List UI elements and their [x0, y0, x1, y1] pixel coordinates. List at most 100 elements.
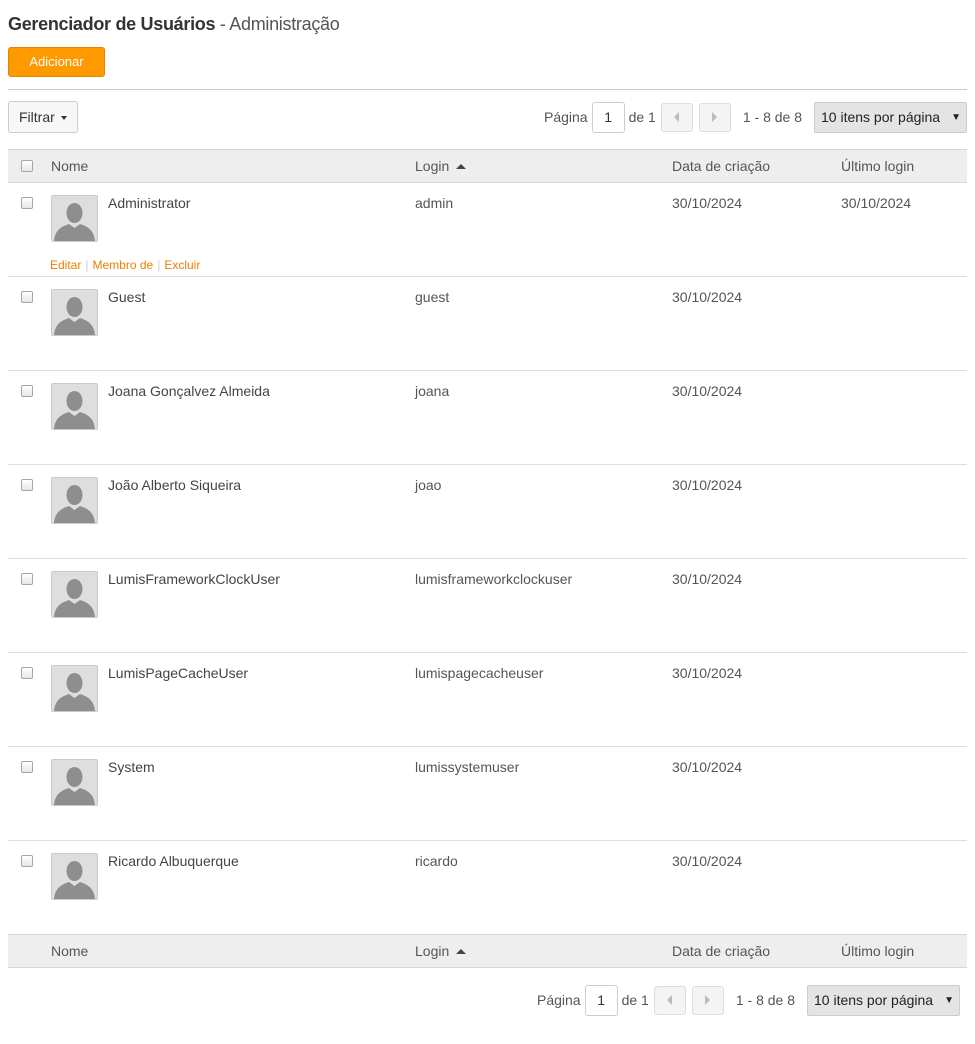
page-label: Página — [537, 992, 581, 1008]
select-all-checkbox[interactable] — [21, 160, 33, 172]
user-name: João Alberto Siqueira — [108, 477, 242, 493]
pagination-top: Página 1 de 1 1 - 8 de 8 10 itens por pá… — [544, 101, 967, 133]
items-per-page-select[interactable]: 10 itens por página ▼ — [807, 984, 960, 1016]
column-header-login[interactable]: Login — [415, 150, 467, 182]
page-title-section: - Administração — [215, 14, 340, 34]
row-checkbox[interactable] — [21, 761, 33, 773]
table-footer-header: Nome Login Data de criação Último login — [8, 934, 967, 968]
row-actions: Editar | Membro de | Excluir — [50, 258, 200, 272]
user-avatar-icon — [51, 853, 98, 900]
user-name: Administrator — [108, 195, 191, 211]
user-created-date: 30/10/2024 — [672, 665, 743, 681]
user-avatar-icon — [51, 289, 98, 336]
member-of-link[interactable]: Membro de — [92, 258, 153, 272]
user-login: joao — [415, 477, 442, 493]
column-footer-login[interactable]: Login — [415, 935, 467, 967]
dropdown-arrow-icon: ▼ — [951, 111, 961, 123]
user-avatar-icon — [51, 383, 98, 430]
user-avatar-icon — [51, 477, 98, 524]
table-row[interactable]: Administrator admin 30/10/2024 30/10/2024 Ed… — [8, 183, 967, 277]
chevron-right-icon — [712, 112, 718, 122]
user-name: Ricardo Albuquerque — [108, 853, 239, 869]
column-header-created[interactable]: Data de criação — [672, 150, 770, 182]
separator: | — [85, 258, 89, 272]
user-name: LumisFrameworkClockUser — [108, 571, 280, 587]
user-login: guest — [415, 289, 450, 305]
page-total: de 1 — [621, 992, 649, 1008]
divider — [8, 89, 967, 90]
next-page-button[interactable] — [691, 985, 724, 1015]
user-created-date: 30/10/2024 — [672, 289, 743, 305]
user-created-date: 30/10/2024 — [672, 571, 743, 587]
column-header-last-login[interactable]: Último login — [841, 150, 914, 182]
user-login: ricardo — [415, 853, 458, 869]
table-row[interactable]: João Alberto Siqueira joao 30/10/2024 — [8, 465, 967, 559]
row-checkbox[interactable] — [21, 291, 33, 303]
user-login: joana — [415, 383, 450, 399]
user-login: lumisframeworkclockuser — [415, 571, 573, 587]
table-row[interactable]: Ricardo Albuquerque ricardo 30/10/2024 — [8, 841, 967, 935]
user-created-date: 30/10/2024 — [672, 759, 743, 775]
page-number-input[interactable]: 1 — [591, 101, 625, 133]
user-name: LumisPageCacheUser — [108, 665, 249, 681]
user-created-date: 30/10/2024 — [672, 195, 743, 211]
user-login: lumispagecacheuser — [415, 665, 544, 681]
row-checkbox[interactable] — [21, 573, 33, 585]
previous-page-button[interactable] — [653, 985, 686, 1015]
table-row[interactable]: LumisFrameworkClockUser lumisframeworkclo… — [8, 559, 967, 653]
column-header-name[interactable]: Nome — [51, 150, 88, 182]
row-checkbox[interactable] — [21, 197, 33, 209]
table-row[interactable]: Joana Gonçalvez Almeida joana 30/10/2024 — [8, 371, 967, 465]
edit-link[interactable]: Editar — [50, 258, 81, 272]
user-created-date: 30/10/2024 — [672, 477, 743, 493]
user-created-date: 30/10/2024 — [672, 853, 743, 869]
page-total: de 1 — [628, 109, 656, 125]
user-avatar-icon — [51, 195, 98, 242]
column-footer-created[interactable]: Data de criação — [672, 935, 770, 967]
sort-ascending-icon — [456, 949, 467, 954]
caret-down-icon — [61, 116, 67, 120]
items-per-page-select[interactable]: 10 itens por página ▼ — [814, 101, 967, 133]
table-row[interactable]: LumisPageCacheUser lumispagecacheuser 30/1… — [8, 653, 967, 747]
page-number-input[interactable]: 1 — [584, 984, 618, 1016]
user-name: Joana Gonçalvez Almeida — [108, 383, 270, 399]
chevron-right-icon — [705, 995, 711, 1005]
sort-ascending-icon — [456, 164, 467, 169]
pagination-bottom: Página 1 de 1 1 - 8 de 8 10 itens por pá… — [537, 984, 960, 1016]
previous-page-button[interactable] — [660, 102, 693, 132]
filter-label: Filtrar — [19, 109, 55, 125]
column-footer-name[interactable]: Nome — [51, 935, 88, 967]
item-range: 1 - 8 de 8 — [735, 992, 795, 1008]
chevron-left-icon — [667, 995, 673, 1005]
column-footer-last-login[interactable]: Último login — [841, 935, 914, 967]
user-name: System — [108, 759, 155, 775]
item-range: 1 - 8 de 8 — [742, 109, 802, 125]
row-checkbox[interactable] — [21, 855, 33, 867]
separator: | — [157, 258, 161, 272]
chevron-left-icon — [674, 112, 680, 122]
items-per-page-value: 10 itens por página — [814, 991, 934, 1008]
row-checkbox[interactable] — [21, 385, 33, 397]
column-header-login-label: Login — [415, 158, 450, 174]
column-footer-login-label: Login — [415, 943, 450, 959]
next-page-button[interactable] — [698, 102, 731, 132]
items-per-page-value: 10 itens por página — [821, 108, 941, 125]
row-checkbox[interactable] — [21, 667, 33, 679]
user-avatar-icon — [51, 665, 98, 712]
filter-button[interactable]: Filtrar — [8, 101, 78, 133]
add-user-button[interactable]: Adicionar — [8, 47, 105, 77]
user-name: Guest — [108, 289, 146, 305]
page-title-main: Gerenciador de Usuários — [8, 14, 216, 34]
user-created-date: 30/10/2024 — [672, 383, 743, 399]
table-row[interactable]: Guest guest 30/10/2024 — [8, 277, 967, 371]
user-last-login: 30/10/2024 — [841, 195, 912, 211]
table-row[interactable]: System lumissystemuser 30/10/2024 — [8, 747, 967, 841]
page-title: Gerenciador de Usuários - Administração — [8, 14, 340, 35]
user-login: admin — [415, 195, 454, 211]
table-header: Nome Login Data de criação Último login — [8, 149, 967, 183]
user-avatar-icon — [51, 571, 98, 618]
row-checkbox[interactable] — [21, 479, 33, 491]
page-label: Página — [544, 109, 588, 125]
delete-link[interactable]: Excluir — [164, 258, 200, 272]
user-login: lumissystemuser — [415, 759, 520, 775]
